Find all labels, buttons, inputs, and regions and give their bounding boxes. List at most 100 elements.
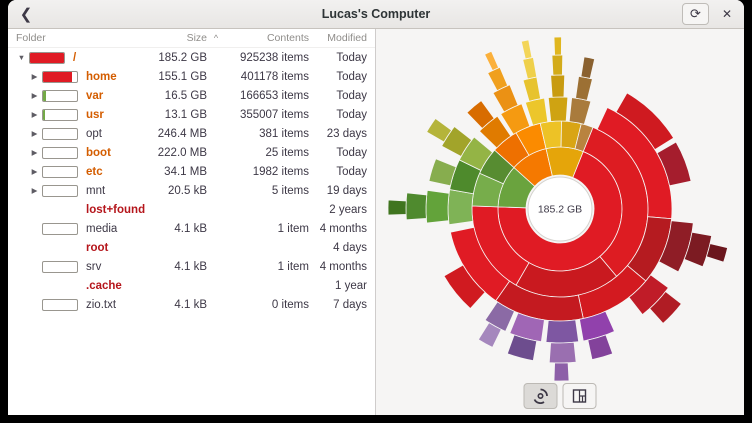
- header-actions: ⟳ ✕: [682, 3, 738, 25]
- table-row[interactable]: ▶usr13.1 GB355007 itemsToday: [8, 105, 375, 124]
- treemap-view-button[interactable]: [563, 383, 597, 409]
- column-header-modified[interactable]: Modified: [309, 32, 367, 44]
- rings-chart: 185.2 GB: [376, 29, 744, 381]
- chart-segment[interactable]: [549, 342, 576, 363]
- chart-segment[interactable]: [576, 76, 593, 100]
- rings-chart-icon: [533, 388, 549, 404]
- contents-cell: 355007 items: [225, 109, 309, 121]
- modified-cell: 4 months: [309, 261, 367, 273]
- table-row[interactable]: ▶etc34.1 MB1982 itemsToday: [8, 162, 375, 181]
- folder-name: lost+found: [86, 204, 145, 216]
- expand-icon[interactable]: ▶: [27, 186, 42, 195]
- usage-bar: [42, 90, 78, 102]
- chart-pane: 185.2 GB: [376, 29, 744, 415]
- collapse-icon[interactable]: ▼: [14, 53, 29, 62]
- contents-cell: 401178 items: [225, 71, 309, 83]
- folder-name: zio.txt: [86, 299, 116, 311]
- chart-segment[interactable]: [551, 75, 565, 97]
- folder-name: home: [86, 71, 117, 83]
- folder-tree-cell: zio.txt: [8, 299, 147, 311]
- expand-icon[interactable]: ▶: [27, 72, 42, 81]
- size-cell: 20.5 kB: [147, 185, 207, 197]
- chart-segment[interactable]: [554, 363, 569, 381]
- table-row[interactable]: ▼/185.2 GB925238 itemsToday: [8, 48, 375, 67]
- size-cell: 155.1 GB: [147, 71, 207, 83]
- folder-tree-cell: ▶var: [8, 90, 147, 102]
- expand-icon[interactable]: ▶: [27, 91, 42, 100]
- usage-bar: [42, 261, 78, 273]
- folder-tree-cell: ▼/: [8, 52, 147, 64]
- column-header-contents[interactable]: Contents: [225, 32, 309, 44]
- size-cell: 185.2 GB: [147, 52, 207, 64]
- treemap-chart-icon: [572, 388, 588, 404]
- table-row[interactable]: ▶ home 155.1 GB 401178 itemsToday: [8, 67, 375, 86]
- modified-cell: Today: [309, 71, 367, 83]
- modified-cell: Today: [309, 166, 367, 178]
- table-row[interactable]: ▶mnt20.5 kB5 items19 days: [8, 181, 375, 200]
- chart-segment[interactable]: [552, 55, 563, 75]
- expand-icon[interactable]: ▶: [27, 148, 42, 157]
- usage-bar: [42, 223, 78, 235]
- column-header-size[interactable]: Size: [147, 32, 207, 44]
- back-button[interactable]: ❮: [13, 3, 39, 25]
- folder-tree-cell: root: [8, 242, 147, 254]
- folder-tree-cell: ▶ home: [8, 71, 147, 83]
- size-cell: 222.0 MB: [147, 147, 207, 159]
- expand-icon[interactable]: ▶: [27, 129, 42, 138]
- table-row[interactable]: ▶opt246.4 MB381 items23 days: [8, 124, 375, 143]
- close-icon[interactable]: ✕: [716, 3, 738, 25]
- modified-cell: Today: [309, 147, 367, 159]
- expand-icon[interactable]: ▶: [27, 167, 42, 176]
- size-cell: 16.5 GB: [147, 90, 207, 102]
- table-row[interactable]: .cache1 year: [8, 276, 375, 295]
- table-row[interactable]: media4.1 kB1 item4 months: [8, 219, 375, 238]
- column-header-folder[interactable]: Folder: [8, 32, 147, 44]
- chart-segment[interactable]: [523, 77, 540, 101]
- folder-name: usr: [86, 109, 104, 121]
- chart-segment[interactable]: [521, 40, 532, 59]
- chart-segment[interactable]: [546, 320, 579, 343]
- chart-segment[interactable]: [569, 98, 591, 125]
- chart-segment[interactable]: [426, 190, 449, 223]
- table-row[interactable]: root 4 days: [8, 238, 375, 257]
- modified-cell: 4 days: [309, 242, 367, 254]
- chart-segment[interactable]: [485, 51, 499, 70]
- expand-icon[interactable]: ▶: [27, 110, 42, 119]
- folder-name: /: [73, 52, 76, 64]
- contents-cell: 5 items: [225, 185, 309, 197]
- table-row[interactable]: lost+found2 years: [8, 200, 375, 219]
- chart-segment[interactable]: [525, 98, 547, 125]
- folder-name: root: [86, 242, 108, 254]
- folder-tree-cell: ▶ usr: [8, 109, 147, 121]
- table-row[interactable]: ▶var16.5 GB166653 itemsToday: [8, 86, 375, 105]
- chart-segment[interactable]: [554, 37, 562, 55]
- chart-segment[interactable]: [581, 57, 595, 79]
- folder-name: srv: [86, 261, 101, 273]
- chart-segment[interactable]: [548, 97, 568, 121]
- modified-cell: 19 days: [309, 185, 367, 197]
- modified-cell: Today: [309, 109, 367, 121]
- chart-segment[interactable]: [388, 200, 406, 215]
- modified-cell: 1 year: [309, 280, 367, 292]
- contents-cell: 25 items: [225, 147, 309, 159]
- folder-table-pane: Folder Size ^ Contents Modified ▼/185.2 …: [8, 29, 376, 415]
- folder-table-body: ▼/185.2 GB925238 itemsToday▶home155.1 GB…: [8, 48, 375, 314]
- chart-segment[interactable]: [448, 190, 473, 225]
- folder-tree-cell: lost+found: [8, 204, 147, 216]
- modified-cell: 4 months: [309, 223, 367, 235]
- table-column-headers: Folder Size ^ Contents Modified: [8, 29, 375, 48]
- size-cell: 4.1 kB: [147, 261, 207, 273]
- modified-cell: Today: [309, 52, 367, 64]
- chart-segment[interactable]: [406, 193, 427, 220]
- refresh-button[interactable]: ⟳: [682, 3, 709, 25]
- table-row[interactable]: zio.txt4.1 kB0 items7 days: [8, 295, 375, 314]
- chart-segment[interactable]: [488, 67, 508, 90]
- contents-cell: 1 item: [225, 261, 309, 273]
- rings-view-button[interactable]: [524, 383, 558, 409]
- modified-cell: Today: [309, 90, 367, 102]
- table-row[interactable]: ▶boot222.0 MB25 itemsToday: [8, 143, 375, 162]
- sort-ascending-icon[interactable]: ^: [207, 33, 225, 43]
- table-row[interactable]: srv 4.1 kB 1 item4 months: [8, 257, 375, 276]
- chart-segment[interactable]: [523, 57, 537, 79]
- chart-segment[interactable]: [706, 244, 727, 263]
